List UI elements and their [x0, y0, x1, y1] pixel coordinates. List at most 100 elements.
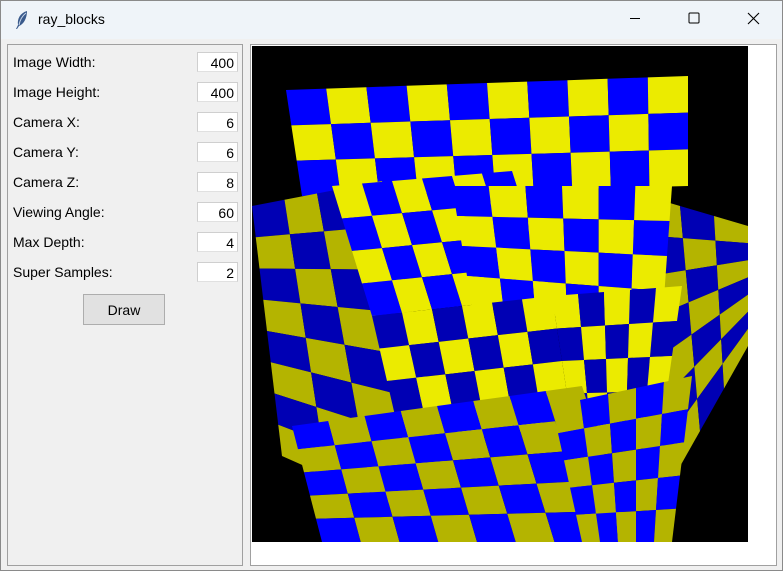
block-face [658, 442, 684, 478]
title-bar[interactable]: ray_blocks [1, 1, 782, 39]
block-face [584, 423, 612, 457]
block-face [341, 466, 386, 494]
close-icon [747, 12, 760, 29]
block-face [462, 246, 500, 279]
window-title: ray_blocks [38, 11, 105, 27]
block-face [648, 112, 688, 151]
block-face [326, 87, 371, 125]
draw-button[interactable]: Draw [83, 294, 165, 325]
block-face [415, 460, 461, 490]
block-face [304, 469, 348, 496]
block-face [496, 247, 533, 281]
block-face [492, 216, 531, 250]
block-face [581, 325, 606, 360]
block-face [527, 217, 565, 251]
block-face [578, 292, 605, 327]
block-face [295, 268, 338, 307]
block-face [598, 219, 635, 255]
block-face [450, 119, 493, 157]
camera-x-input[interactable]: 6 [197, 112, 238, 132]
block-face [616, 511, 636, 542]
block-face [392, 515, 439, 542]
maximize-icon [688, 12, 700, 28]
block-face [378, 463, 424, 492]
block-face [316, 517, 361, 542]
block-face [489, 117, 532, 155]
image-height-label: Image Height: [13, 84, 101, 100]
block-face [292, 421, 335, 450]
minimize-icon [629, 12, 641, 28]
block-face [527, 80, 569, 118]
block-face [366, 85, 411, 123]
block-face [423, 487, 469, 516]
block-face [385, 489, 431, 517]
block-face [636, 510, 656, 542]
block-face [408, 433, 453, 464]
block-face [430, 514, 477, 542]
block-face [497, 331, 533, 368]
block-face [259, 268, 301, 304]
block-face [610, 418, 636, 454]
block-face [605, 324, 629, 359]
block-face [629, 288, 656, 324]
block-face [608, 113, 649, 152]
camera-y-input[interactable]: 6 [197, 142, 238, 162]
block-face [492, 299, 528, 336]
block-face [682, 238, 717, 271]
block-face [331, 122, 375, 160]
settings-panel: Image Width: 400 Image Height: 400 Camer… [7, 44, 243, 566]
block-face [525, 186, 564, 219]
block-face [334, 441, 379, 470]
block-face [410, 120, 454, 158]
block-face [562, 186, 599, 220]
block-face [522, 296, 557, 332]
block-face [462, 302, 498, 339]
block-face [604, 290, 630, 326]
block-face [563, 218, 599, 253]
block-face [592, 482, 616, 514]
block-face [371, 437, 416, 467]
block-face [580, 394, 610, 429]
super-samples-label: Super Samples: [13, 264, 113, 280]
block-face [406, 84, 450, 122]
image-width-label: Image Width: [13, 54, 96, 70]
camera-z-input[interactable]: 8 [197, 172, 238, 192]
image-width-input[interactable]: 400 [197, 52, 238, 72]
image-height-input[interactable]: 400 [197, 82, 238, 102]
block-face [570, 151, 611, 189]
app-window: ray_blocks Image Width: 400 Image Height… [0, 0, 783, 571]
block-face [446, 83, 490, 121]
block-face [636, 382, 664, 419]
block-face [634, 186, 672, 221]
block-face [347, 491, 393, 518]
block-face [656, 475, 680, 510]
block-face [564, 251, 599, 286]
block-face [291, 124, 336, 161]
block-face [598, 186, 636, 221]
block-face [452, 186, 493, 217]
block-face [607, 77, 649, 116]
block-face [608, 388, 636, 424]
block-face [284, 193, 324, 235]
viewing-angle-input[interactable]: 60 [197, 202, 238, 222]
camera-y-label: Camera Y: [13, 144, 79, 160]
block-face [310, 493, 355, 519]
super-samples-input[interactable]: 2 [197, 262, 238, 282]
minimize-button[interactable] [606, 1, 664, 39]
block-face [628, 322, 653, 358]
render-canvas[interactable] [250, 44, 777, 566]
block-face [400, 406, 445, 438]
max-depth-label: Max Depth: [13, 234, 85, 250]
close-button[interactable] [724, 1, 782, 39]
camera-x-label: Camera X: [13, 114, 80, 130]
block-face [647, 76, 688, 114]
max-depth-input[interactable]: 4 [197, 232, 238, 252]
raytraced-image [252, 46, 748, 542]
block-face [614, 480, 636, 513]
block-face [457, 216, 497, 248]
block-face [252, 199, 290, 238]
block-face [328, 416, 372, 446]
block-face [636, 414, 662, 450]
block-face [527, 328, 562, 365]
maximize-button[interactable] [665, 1, 723, 39]
